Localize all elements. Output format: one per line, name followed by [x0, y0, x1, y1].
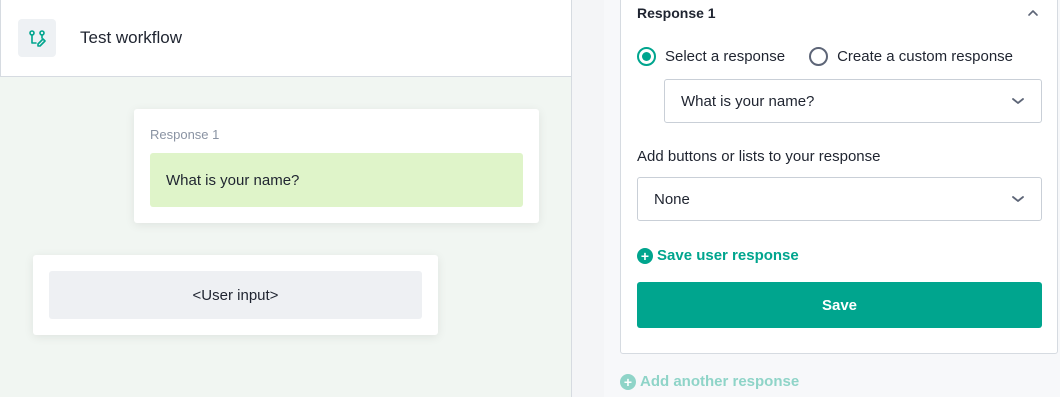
radio-select-response-label: Select a response: [665, 48, 786, 65]
plus-circle-icon: +: [620, 373, 636, 390]
user-input-node-card[interactable]: <User input>: [33, 255, 438, 335]
user-input-placeholder: <User input>: [49, 271, 422, 319]
radio-custom-response-label: Create a custom response: [837, 48, 1013, 65]
workflow-header: Test workflow: [0, 0, 571, 77]
workflow-canvas-panel: Test workflow Response 1 What is your na…: [0, 0, 572, 397]
chevron-down-icon: [1012, 196, 1024, 202]
save-user-response-link[interactable]: + Save user response: [637, 247, 799, 264]
add-another-response-label: Add another response: [640, 373, 800, 390]
radio-select-response[interactable]: Select a response: [637, 47, 785, 66]
chevron-up-icon[interactable]: [1025, 5, 1041, 21]
workflow-icon[interactable]: [18, 19, 56, 57]
radio-custom-response[interactable]: Create a custom response: [809, 47, 1013, 66]
response-config-panel: Response 1 Select a response Create a cu…: [604, 0, 1060, 397]
response-select-value: What is your name?: [681, 92, 815, 110]
save-button[interactable]: Save: [637, 282, 1042, 328]
chevron-down-icon: [1012, 98, 1024, 104]
workflow-title: Test workflow: [80, 28, 183, 47]
save-user-response-label: Save user response: [657, 247, 799, 264]
buttons-lists-value: None: [654, 190, 690, 208]
response-section: Response 1 Select a response Create a cu…: [620, 0, 1058, 354]
response-section-title: Response 1: [637, 5, 716, 21]
buttons-lists-label: Add buttons or lists to your response: [637, 148, 881, 165]
response-node-message: What is your name?: [150, 153, 523, 207]
response-type-radio-group: Select a response Create a custom respon…: [637, 47, 1037, 66]
response-node-card[interactable]: Response 1 What is your name?: [134, 109, 539, 223]
add-another-response-link[interactable]: + Add another response: [620, 373, 799, 390]
radio-button-unselected[interactable]: [809, 47, 829, 66]
response-select-dropdown[interactable]: What is your name?: [664, 79, 1042, 123]
plus-circle-icon: +: [637, 247, 653, 264]
radio-button-selected[interactable]: [637, 47, 656, 66]
response-node-label: Response 1: [150, 127, 220, 142]
buttons-lists-dropdown[interactable]: None: [637, 177, 1042, 221]
